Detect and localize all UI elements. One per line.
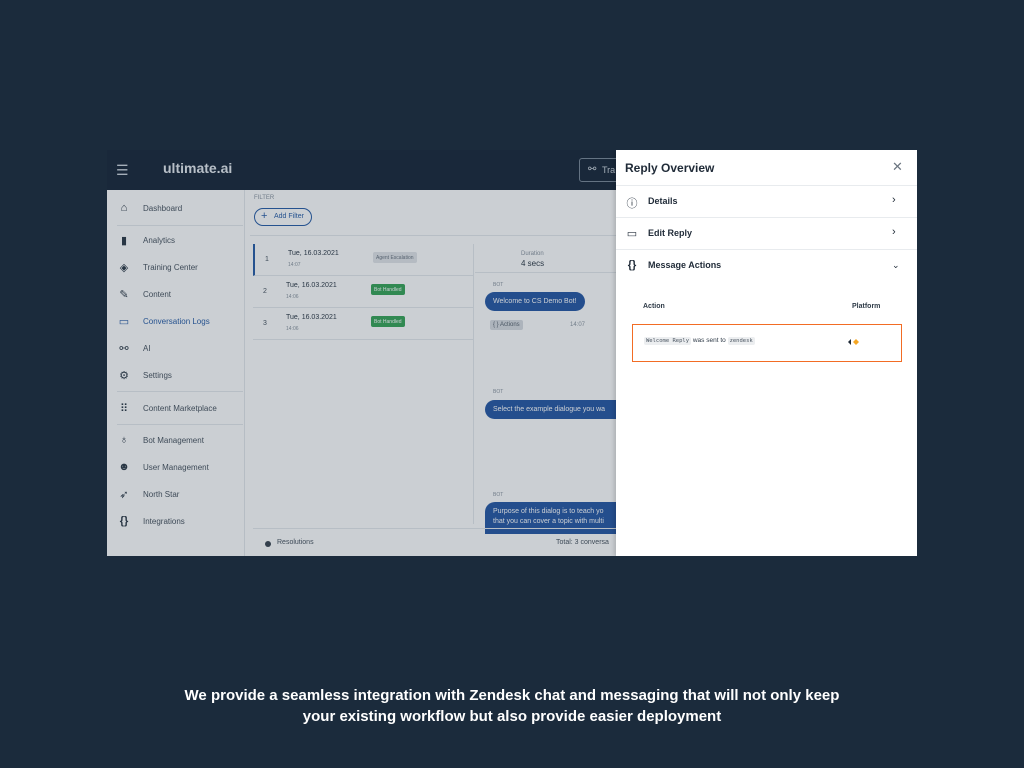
row-label: Message Actions	[648, 260, 722, 270]
details-row[interactable]: ⓘ Details ›	[616, 186, 917, 216]
action-column-header: Action	[643, 303, 665, 310]
action-description: Welcome Reply was sent to zendesk	[644, 337, 755, 345]
caption-line-2: your existing workflow but also provide …	[302, 708, 722, 725]
edit-reply-row[interactable]: ▭ Edit Reply ›	[616, 218, 917, 248]
marketing-caption: We provide a seamless integration with Z…	[112, 685, 912, 727]
row-label: Edit Reply	[648, 228, 693, 238]
message-action-row[interactable]: Welcome Reply was sent to zendesk	[632, 324, 902, 362]
chevron-down-icon: ⌄	[892, 260, 900, 270]
row-label: Details	[648, 196, 678, 206]
braces-icon: {}	[627, 259, 637, 271]
zendesk-logo-icon	[848, 339, 859, 345]
caption-line-1: We provide a seamless integration with Z…	[184, 687, 840, 704]
panel-title: Reply Overview	[625, 161, 715, 175]
close-icon[interactable]: ✕	[892, 159, 903, 175]
platform-column-header: Platform	[852, 303, 881, 310]
comment-icon: ▭	[626, 228, 638, 240]
reply-overview-panel: Reply Overview ✕ ⓘ Details › ▭ Edit Repl…	[616, 150, 917, 556]
reply-name-code: Welcome Reply	[644, 337, 692, 345]
app-background: ☰ ultimate.ai ⚯ Tra ⌂ Dashboard ▮ Analyt…	[107, 150, 616, 556]
info-icon: ⓘ	[626, 198, 638, 210]
chevron-right-icon: ›	[892, 194, 896, 206]
overlay-dim	[107, 150, 616, 556]
message-actions-row[interactable]: {} Message Actions ⌄	[616, 250, 917, 280]
screenshot-frame: ☰ ultimate.ai ⚯ Tra ⌂ Dashboard ▮ Analyt…	[107, 150, 917, 556]
sent-text: was sent to	[692, 337, 726, 344]
chevron-right-icon: ›	[892, 226, 896, 238]
target-code: zendesk	[727, 337, 755, 345]
